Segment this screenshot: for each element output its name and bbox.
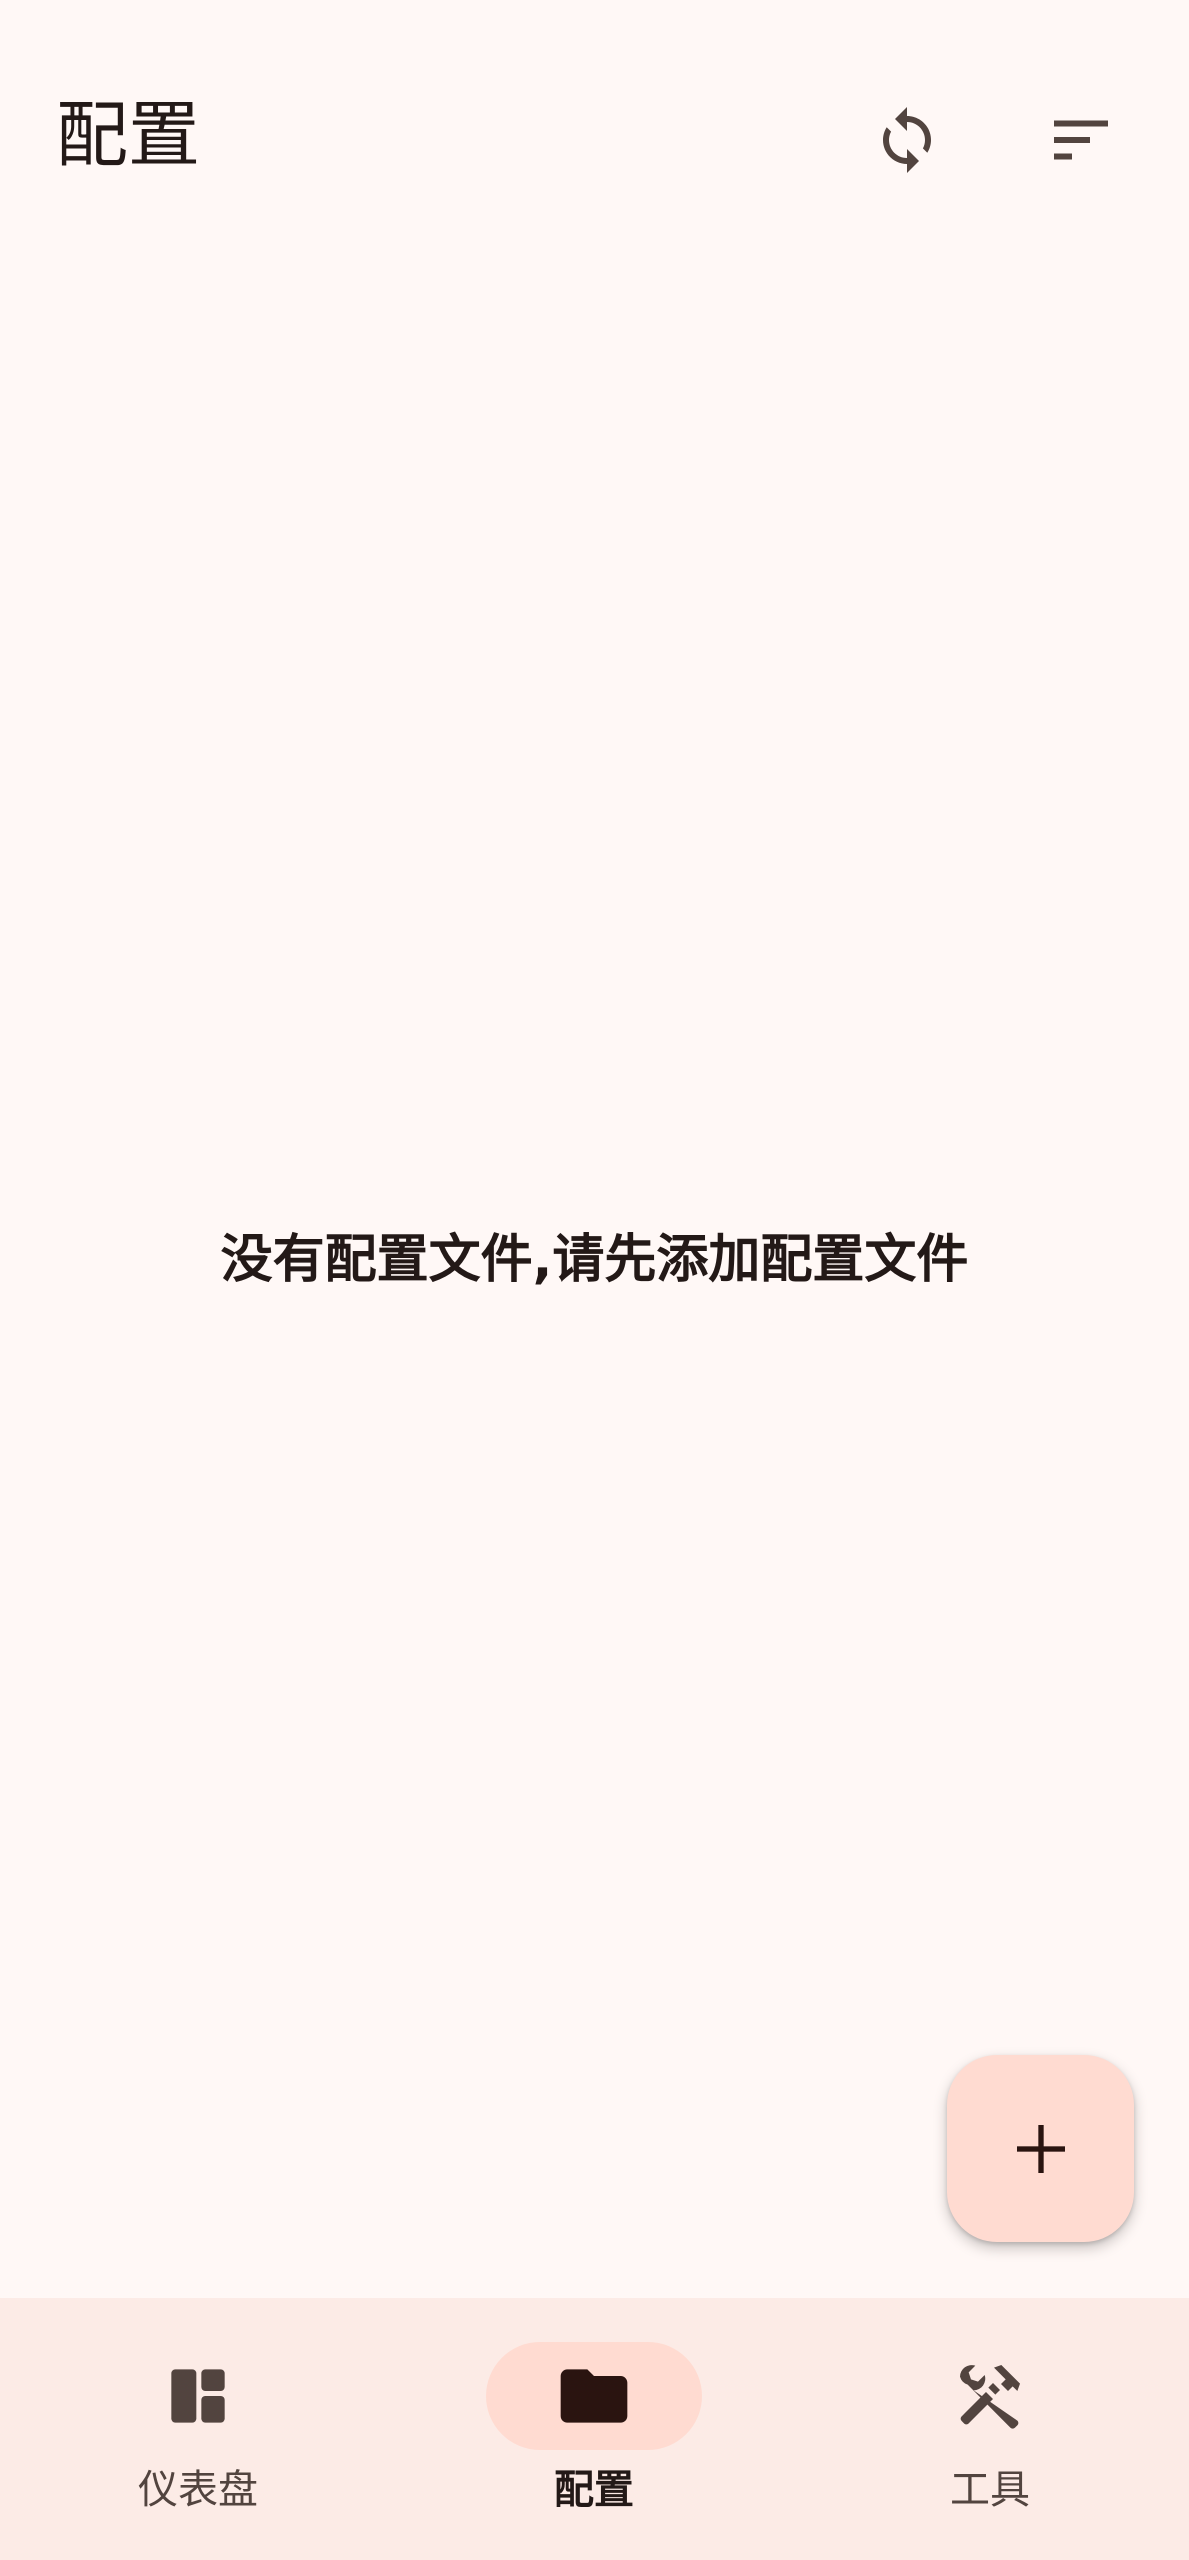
nav-item-profiles[interactable]: 配置 — [464, 2342, 724, 2532]
tools-icon — [960, 2365, 1020, 2429]
refresh-button[interactable] — [857, 90, 957, 190]
refresh-icon — [883, 107, 931, 173]
add-profile-button[interactable] — [947, 2055, 1134, 2242]
folder-icon — [560, 2369, 628, 2423]
sort-icon — [1054, 120, 1108, 160]
empty-state-message: 没有配置文件,请先添加配置文件 — [220, 1230, 969, 1290]
nav-label-dashboard: 仪表盘 — [138, 2467, 258, 2513]
app-bar: 配置 — [0, 70, 1189, 200]
dashboard-icon — [171, 2369, 225, 2423]
plus-icon — [1016, 2124, 1065, 2173]
bottom-navigation: 仪表盘 配置 工具 — [0, 2298, 1189, 2560]
nav-label-profiles: 配置 — [554, 2467, 634, 2513]
nav-label-tools: 工具 — [950, 2467, 1030, 2513]
nav-item-tools[interactable]: 工具 — [860, 2342, 1120, 2532]
status-bar — [0, 0, 1189, 40]
screen: 配置 没有配置文件,请先添加配置文件 仪表盘 配置 工具 — [0, 0, 1189, 2560]
page-title: 配置 — [56, 93, 201, 177]
nav-item-dashboard[interactable]: 仪表盘 — [68, 2342, 328, 2532]
sort-button[interactable] — [1031, 90, 1131, 190]
